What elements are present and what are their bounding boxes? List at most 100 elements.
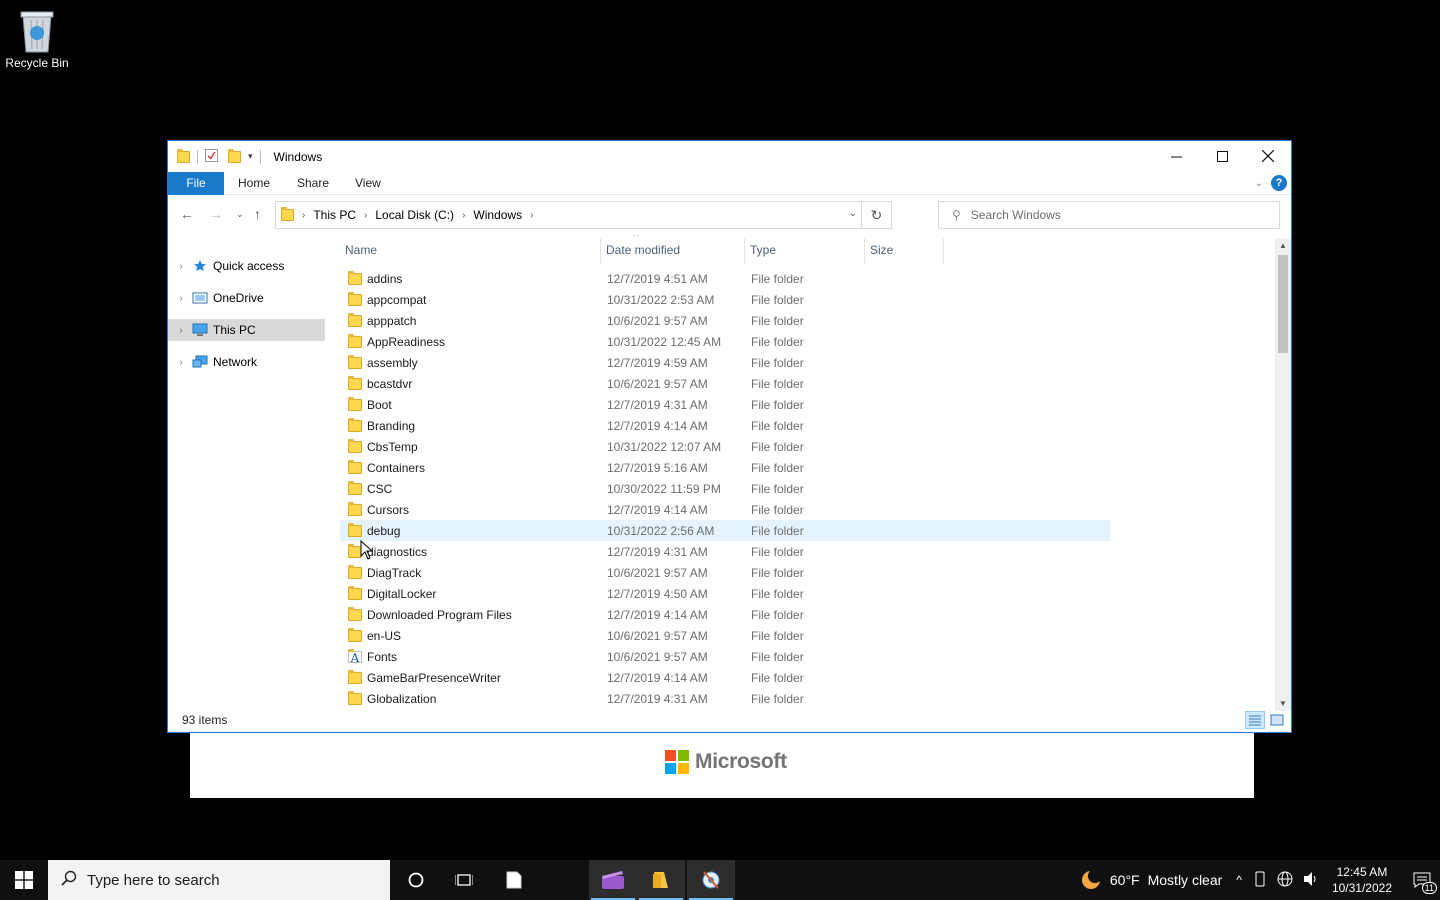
table-row[interactable]: Branding 12/7/2019 4:14 AM File folder <box>340 415 1110 436</box>
details-view-button[interactable] <box>1245 711 1265 729</box>
tab-home[interactable]: Home <box>238 172 270 195</box>
table-row[interactable]: en-US 10/6/2021 9:57 AM File folder <box>340 625 1110 646</box>
volume-icon[interactable] <box>1303 871 1319 890</box>
table-row[interactable]: apppatch 10/6/2021 9:57 AM File folder <box>340 310 1110 331</box>
table-row[interactable]: Containers 12/7/2019 5:16 AM File folder <box>340 457 1110 478</box>
table-row[interactable]: Globalization 12/7/2019 4:31 AM File folde… <box>340 688 1110 709</box>
table-row[interactable]: A Fonts 10/6/2021 9:57 AM File folder <box>340 646 1110 667</box>
column-header-size[interactable]: Size <box>870 235 893 265</box>
expand-icon[interactable]: › <box>170 293 192 304</box>
expand-ribbon-icon[interactable]: ⌄ <box>1255 178 1263 189</box>
table-row[interactable]: appcompat 10/31/2022 2:53 AM File folder <box>340 289 1110 310</box>
file-date-modified: 10/6/2021 9:57 AM <box>607 649 708 664</box>
column-divider[interactable] <box>600 238 601 263</box>
table-row[interactable]: assembly 12/7/2019 4:59 AM File folder <box>340 352 1110 373</box>
task-view-button[interactable] <box>440 860 488 900</box>
table-row[interactable]: addins 12/7/2019 4:51 AM File folder <box>340 268 1110 289</box>
breadcrumb-windows[interactable]: Windows <box>473 208 522 222</box>
breadcrumb-this-pc[interactable]: This PC <box>313 208 356 222</box>
customize-qat-icon[interactable]: ▾ <box>248 151 253 162</box>
device-icon[interactable] <box>1253 871 1267 890</box>
table-row[interactable]: bcastdvr 10/6/2021 9:57 AM File folder <box>340 373 1110 394</box>
scroll-up-icon[interactable]: ▲ <box>1275 239 1291 253</box>
file-name: Boot <box>367 397 392 412</box>
folder-icon <box>348 291 362 306</box>
recent-locations-icon[interactable]: ⌄ <box>236 209 244 220</box>
column-header-name[interactable]: Name <box>345 235 377 265</box>
table-row[interactable]: GameBarPresenceWriter 12/7/2019 4:14 AM Fi… <box>340 667 1110 688</box>
column-divider[interactable] <box>943 238 944 263</box>
table-row[interactable]: AppReadiness 10/31/2022 12:45 AM File fold… <box>340 331 1110 352</box>
maximize-button[interactable] <box>1199 141 1245 171</box>
globe-icon[interactable] <box>1277 871 1293 890</box>
forward-arrow-icon[interactable]: → <box>209 206 223 222</box>
tab-view[interactable]: View <box>355 172 381 195</box>
chevron-right-icon[interactable]: › <box>530 210 533 221</box>
column-header-date[interactable]: Date modified <box>606 235 680 265</box>
table-row[interactable]: CSC 10/30/2022 11:59 PM File folder <box>340 478 1110 499</box>
breadcrumb-local-disk[interactable]: Local Disk (C:) <box>375 208 454 222</box>
taskbar-app-media[interactable] <box>589 860 637 900</box>
expand-icon[interactable]: › <box>170 357 192 368</box>
tab-file[interactable]: File <box>168 172 224 195</box>
weather-widget[interactable]: 60°F Mostly clear <box>1080 869 1222 891</box>
properties-icon[interactable] <box>205 148 218 165</box>
weather-moon-icon <box>1081 869 1102 889</box>
search-box[interactable]: ⚲ Search Windows <box>938 201 1280 229</box>
table-row[interactable]: DigitalLocker 12/7/2019 4:50 AM File folde… <box>340 583 1110 604</box>
close-button[interactable] <box>1245 141 1291 171</box>
nav-item-network[interactable]: › Network <box>168 351 325 373</box>
vertical-scrollbar[interactable]: ▲ ▼ <box>1275 239 1291 711</box>
nav-label: Network <box>213 355 258 369</box>
help-icon[interactable]: ? <box>1271 175 1287 191</box>
title-bar[interactable]: ▾ Windows <box>168 141 1291 172</box>
column-divider[interactable] <box>744 238 745 263</box>
column-divider[interactable] <box>864 238 865 263</box>
file-date-modified: 10/6/2021 9:57 AM <box>607 565 708 580</box>
file-name: CbsTemp <box>367 439 418 454</box>
tab-share[interactable]: Share <box>297 172 329 195</box>
large-icons-view-button[interactable] <box>1267 711 1287 729</box>
address-bar[interactable]: › This PC › Local Disk (C:) › Windows › … <box>275 201 892 229</box>
background-window[interactable]: Microsoft <box>190 733 1254 798</box>
back-arrow-icon[interactable]: ← <box>180 206 194 222</box>
up-arrow-icon[interactable]: ↑ <box>254 206 261 222</box>
new-folder-icon[interactable] <box>228 148 241 163</box>
taskbar-search-box[interactable]: Type here to search <box>48 860 390 900</box>
taskbar-app-tool[interactable] <box>687 860 735 900</box>
taskbar-app-file-explorer[interactable] <box>637 860 685 900</box>
table-row[interactable]: Boot 12/7/2019 4:31 AM File folder <box>340 394 1110 415</box>
fonts-folder-icon: A <box>348 648 362 664</box>
address-history-icon[interactable]: ⌄ <box>849 208 857 219</box>
nav-item-onedrive[interactable]: › OneDrive <box>168 287 325 309</box>
table-row[interactable]: DiagTrack 10/6/2021 9:57 AM File folder <box>340 562 1110 583</box>
nav-item-quick-access[interactable]: › Quick access <box>168 255 325 277</box>
chevron-right-icon[interactable]: › <box>302 210 305 221</box>
start-button[interactable] <box>0 860 48 900</box>
table-row[interactable]: diagnostics 12/7/2019 4:31 AM File folder <box>340 541 1110 562</box>
chevron-right-icon[interactable]: › <box>364 210 367 221</box>
taskbar-app-notepad[interactable] <box>490 860 538 900</box>
folder-icon <box>348 627 362 642</box>
clock[interactable]: 12:45 AM 10/31/2022 <box>1332 864 1392 896</box>
system-tray: 60°F Mostly clear ^ 12:45 AM 10/31/2022 … <box>1080 860 1440 900</box>
expand-icon[interactable]: › <box>170 325 192 336</box>
notification-center-button[interactable]: 11 <box>1404 860 1440 900</box>
chevron-right-icon[interactable]: › <box>462 210 465 221</box>
scrollbar-thumb[interactable] <box>1278 255 1288 353</box>
minimize-button[interactable] <box>1153 141 1199 171</box>
nav-item-this-pc[interactable]: › This PC <box>168 319 325 341</box>
weather-temp: 60°F <box>1109 872 1140 888</box>
table-row[interactable]: Cursors 12/7/2019 4:14 AM File folder <box>340 499 1110 520</box>
table-row[interactable]: CbsTemp 10/31/2022 12:07 AM File folder <box>340 436 1110 457</box>
tool-app-icon <box>702 871 720 889</box>
table-row[interactable]: debug 10/31/2022 2:56 AM File folder <box>340 520 1110 541</box>
scroll-down-icon[interactable]: ▼ <box>1275 697 1291 711</box>
recycle-bin-shortcut[interactable]: Recycle Bin <box>4 6 70 70</box>
table-row[interactable]: Downloaded Program Files 12/7/2019 4:14 A… <box>340 604 1110 625</box>
chevron-up-icon[interactable]: ^ <box>1236 873 1242 887</box>
cortana-button[interactable] <box>392 860 440 900</box>
refresh-button[interactable]: ↻ <box>861 202 891 228</box>
expand-icon[interactable]: › <box>170 261 192 272</box>
column-header-type[interactable]: Type <box>750 235 776 265</box>
